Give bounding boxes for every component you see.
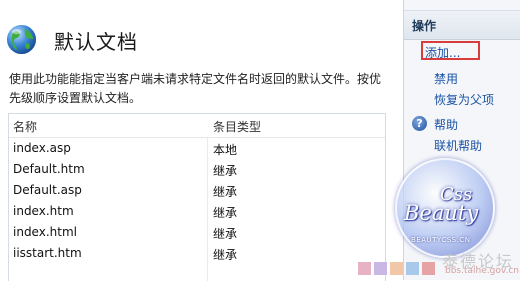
help-link[interactable]: 帮助 xyxy=(434,116,458,133)
watermark-square xyxy=(406,262,419,275)
list-row[interactable]: index.html 继承 xyxy=(9,223,385,244)
disable-action-link[interactable]: 禁用 xyxy=(434,70,458,87)
watermark-url: BEAUTYCSS.CN xyxy=(411,236,471,244)
row-name: Default.htm xyxy=(13,162,85,176)
main-panel: 默认文档 使用此功能能指定当客户端未请求特定文件名时返回的默认文件。按优先级顺序… xyxy=(0,0,398,281)
add-action-link[interactable]: 添加... xyxy=(425,44,460,61)
page-title: 默认文档 xyxy=(54,30,138,54)
online-help-link[interactable]: 联机帮助 xyxy=(434,137,482,154)
revert-to-parent-link[interactable]: 恢复为父项 xyxy=(434,91,494,108)
row-entry-type: 继承 xyxy=(213,185,238,199)
default-documents-list[interactable]: 名称 条目类型 index.asp 本地 Default.htm 继承 Defa… xyxy=(8,113,386,281)
list-row[interactable]: index.htm 继承 xyxy=(9,202,385,223)
watermark-square xyxy=(390,262,403,275)
row-name: Default.asp xyxy=(13,183,82,197)
watermark-square xyxy=(374,262,387,275)
row-name: index.htm xyxy=(13,204,74,218)
list-row[interactable]: Default.asp 继承 xyxy=(9,181,385,202)
row-name: iisstart.htm xyxy=(13,246,82,260)
row-entry-type: 继承 xyxy=(213,248,238,262)
page-description: 使用此功能能指定当客户端未请求特定文件名时返回的默认文件。按优先级顺序设置默认文… xyxy=(9,72,382,105)
actions-header-label: 操作 xyxy=(412,19,437,33)
watermark-square xyxy=(358,262,371,275)
watermark-site: bbs.taihe.gov.cn xyxy=(445,266,519,276)
row-entry-type: 本地 xyxy=(213,143,238,157)
row-entry-type: 继承 xyxy=(213,227,238,241)
row-entry-type: 继承 xyxy=(213,164,238,178)
row-entry-type: 继承 xyxy=(213,206,238,220)
list-row[interactable]: iisstart.htm 继承 xyxy=(9,244,385,265)
actions-header: 操作 xyxy=(404,10,520,40)
row-name: index.html xyxy=(13,225,77,239)
help-icon: ? xyxy=(412,116,427,131)
watermark-square xyxy=(422,262,435,275)
list-row[interactable]: Default.htm 继承 xyxy=(9,160,385,181)
globe-icon xyxy=(6,24,37,55)
row-name: index.asp xyxy=(13,141,71,155)
watermark-line-2: Beauty xyxy=(404,201,479,225)
column-header-entry-type[interactable]: 条目类型 xyxy=(213,118,261,135)
list-row[interactable]: index.asp 本地 xyxy=(9,139,385,160)
column-header-name[interactable]: 名称 xyxy=(13,118,37,135)
list-header: 名称 条目类型 xyxy=(9,114,385,138)
